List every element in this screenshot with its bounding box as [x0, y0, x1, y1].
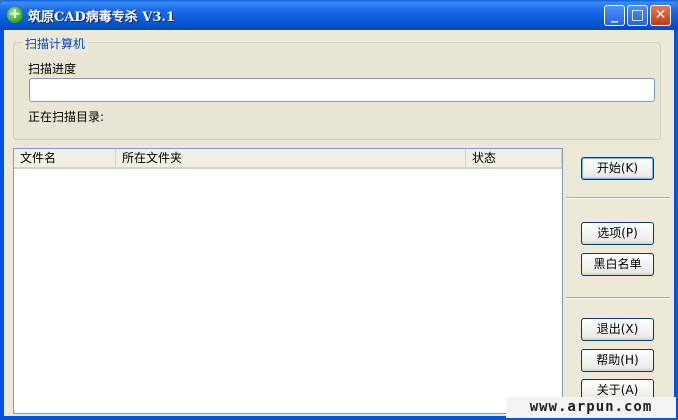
- scan-groupbox: 扫描计算机 扫描进度 正在扫描目录:: [13, 35, 661, 140]
- column-status[interactable]: 状态: [466, 149, 562, 167]
- app-window: + 筑原CAD病毒专杀 V3.1 _ □ ✕ 扫描计算机 扫描进度 正在扫描目录…: [0, 0, 678, 420]
- file-list-body[interactable]: [14, 169, 562, 413]
- scan-group-legend: 扫描计算机: [22, 35, 89, 52]
- scanning-dir-label: 正在扫描目录:: [28, 110, 105, 124]
- help-button[interactable]: 帮助(H): [581, 349, 654, 372]
- exit-button[interactable]: 退出(X): [581, 318, 654, 341]
- blackwhite-list-button[interactable]: 黑白名单: [581, 253, 654, 276]
- scan-progress-bar: [29, 78, 655, 102]
- minimize-button[interactable]: _: [604, 5, 625, 26]
- close-button[interactable]: ✕: [650, 5, 671, 26]
- separator: [566, 197, 670, 199]
- file-list[interactable]: 文件名 所在文件夹 状态: [13, 148, 563, 414]
- maximize-button[interactable]: □: [627, 5, 648, 26]
- close-icon: ✕: [654, 7, 667, 23]
- minimize-icon: _: [611, 7, 618, 23]
- separator: [566, 297, 670, 299]
- column-filename[interactable]: 文件名: [14, 149, 116, 167]
- maximize-icon: □: [630, 7, 645, 23]
- progress-label: 扫描进度: [28, 62, 77, 76]
- start-button[interactable]: 开始(K): [581, 157, 654, 180]
- options-button[interactable]: 选项(P): [581, 222, 654, 245]
- column-folder[interactable]: 所在文件夹: [116, 149, 466, 167]
- title-bar[interactable]: + 筑原CAD病毒专杀 V3.1 _ □ ✕: [0, 0, 678, 30]
- file-list-header: 文件名 所在文件夹 状态: [14, 149, 562, 169]
- site-watermark: www.arpun.com: [506, 397, 676, 418]
- plus-icon: +: [7, 7, 23, 23]
- window-title: 筑原CAD病毒专杀 V3.1: [28, 10, 175, 25]
- client-area: 扫描计算机 扫描进度 正在扫描目录: 文件名 所在文件夹 状态 开始(K) 选项…: [4, 30, 674, 416]
